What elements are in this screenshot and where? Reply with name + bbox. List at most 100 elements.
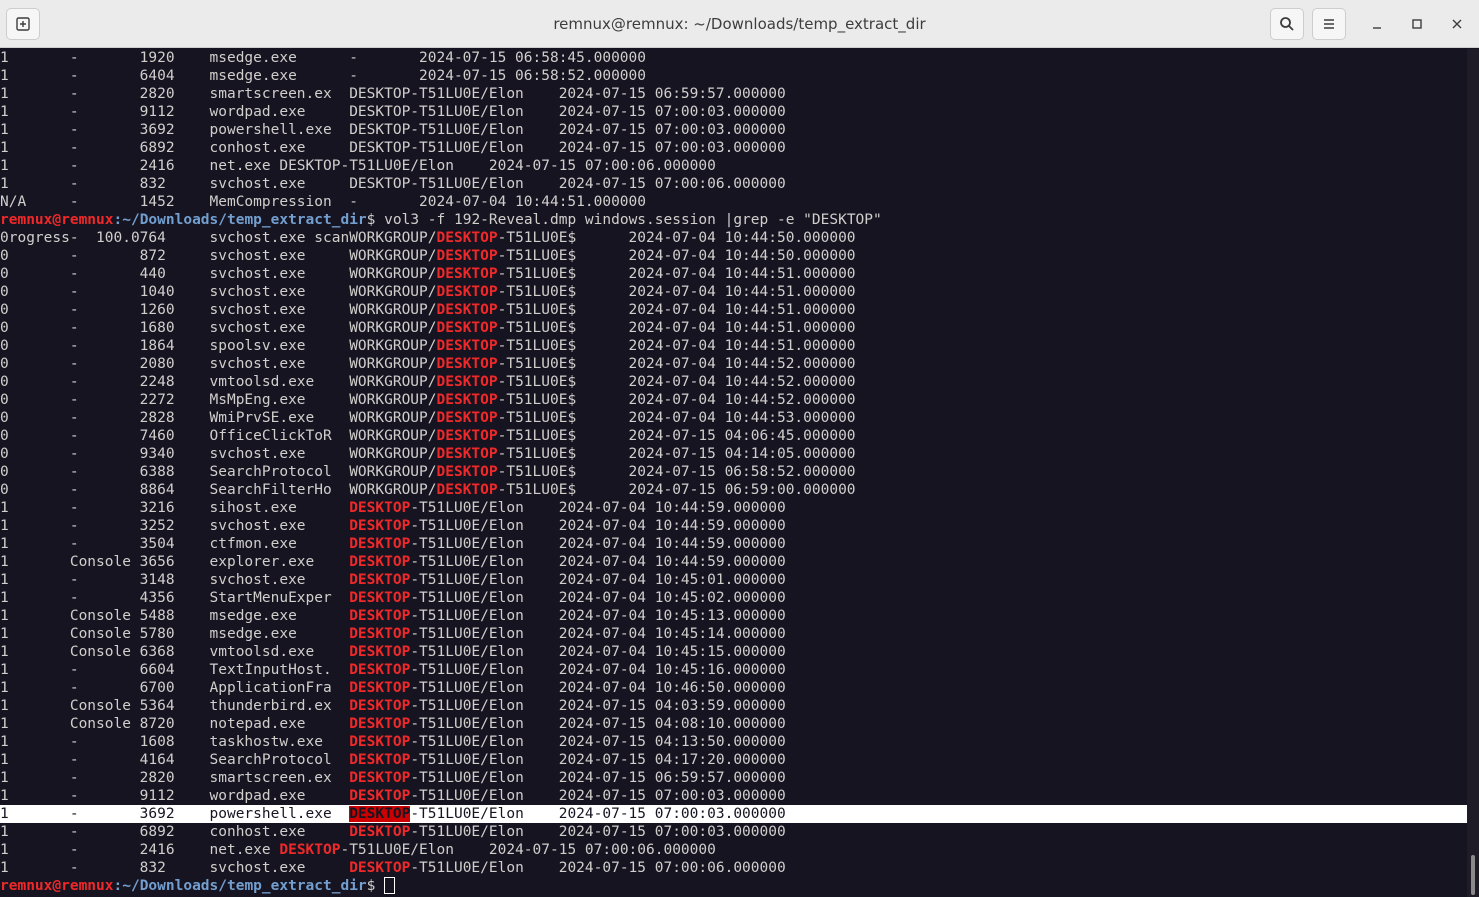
prompt-user-host: remnux@remnux	[0, 212, 114, 228]
grep-match: DESKTOP	[436, 338, 498, 354]
grep-match: DESKTOP	[436, 446, 498, 462]
grep-output-line: 0rogress- 100.0764 svchost.exe scanWORKG…	[0, 230, 856, 246]
grep-match: DESKTOP	[436, 410, 498, 426]
grep-match: DESKTOP	[349, 806, 411, 822]
grep-output-line: 1 Console 6368 vmtoolsd.exe DESKTOP-T51L…	[0, 644, 786, 660]
grep-output-line: 1 - 2416 net.exe DESKTOP-T51LU0E/Elon 20…	[0, 842, 716, 858]
search-button[interactable]	[1270, 8, 1304, 40]
grep-match: DESKTOP	[349, 554, 411, 570]
grep-match: DESKTOP	[349, 752, 411, 768]
title-bar: remnux@remnux: ~/Downloads/temp_extract_…	[0, 0, 1479, 48]
grep-match: DESKTOP	[436, 266, 498, 282]
search-icon	[1279, 16, 1295, 32]
previous-output-line: 1 - 9112 wordpad.exe DESKTOP-T51LU0E/Elo…	[0, 104, 786, 120]
grep-output-line: 0 - 6388 SearchProtocol WORKGROUP/DESKTO…	[0, 464, 856, 480]
grep-output-line: 1 - 6892 conhost.exe DESKTOP-T51LU0E/Elo…	[0, 824, 786, 840]
hamburger-menu-icon	[1321, 16, 1337, 32]
grep-output-line: 0 - 440 svchost.exe WORKGROUP/DESKTOP-T5…	[0, 266, 856, 282]
prompt-symbol: $	[366, 878, 385, 894]
terminal-scrollbar[interactable]	[1467, 49, 1479, 897]
grep-match: DESKTOP	[279, 842, 341, 858]
grep-match: DESKTOP	[349, 536, 411, 552]
grep-output-line: 1 Console 5780 msedge.exe DESKTOP-T51LU0…	[0, 626, 786, 642]
grep-output-line: 0 - 1680 svchost.exe WORKGROUP/DESKTOP-T…	[0, 320, 856, 336]
grep-output-line: 1 Console 8720 notepad.exe DESKTOP-T51LU…	[0, 716, 786, 732]
active-prompt-line: remnux@remnux:~/Downloads/temp_extract_d…	[0, 877, 1467, 895]
grep-match: DESKTOP	[349, 860, 411, 876]
previous-output-line: N/A - 1452 MemCompression - 2024-07-04 1…	[0, 194, 647, 210]
grep-match: DESKTOP	[436, 320, 498, 336]
selected-output-line: 1 - 3692 powershell.exe DESKTOP-T51LU0E/…	[0, 805, 1467, 823]
grep-output-line: 0 - 9340 svchost.exe WORKGROUP/DESKTOP-T…	[0, 446, 856, 462]
grep-match: DESKTOP	[436, 248, 498, 264]
grep-match: DESKTOP	[436, 392, 498, 408]
grep-match: DESKTOP	[436, 230, 498, 246]
grep-match: DESKTOP	[436, 482, 498, 498]
grep-output-line: 1 Console 5364 thunderbird.ex DESKTOP-T5…	[0, 698, 786, 714]
grep-output-line: 0 - 2272 MsMpEng.exe WORKGROUP/DESKTOP-T…	[0, 392, 856, 408]
grep-output-line: 1 - 1608 taskhostw.exe DESKTOP-T51LU0E/E…	[0, 734, 786, 750]
grep-output-line: 0 - 1260 svchost.exe WORKGROUP/DESKTOP-T…	[0, 302, 856, 318]
grep-match: DESKTOP	[349, 716, 411, 732]
grep-output-line: 1 - 3148 svchost.exe DESKTOP-T51LU0E/Elo…	[0, 572, 786, 588]
grep-output-line: 0 - 1040 svchost.exe WORKGROUP/DESKTOP-T…	[0, 284, 856, 300]
grep-match: DESKTOP	[349, 734, 411, 750]
grep-output-line: 1 - 6700 ApplicationFra DESKTOP-T51LU0E/…	[0, 680, 786, 696]
grep-match: DESKTOP	[436, 356, 498, 372]
grep-output-line: 1 - 9112 wordpad.exe DESKTOP-T51LU0E/Elo…	[0, 788, 786, 804]
grep-match: DESKTOP	[349, 626, 411, 642]
grep-output-line: 1 - 3252 svchost.exe DESKTOP-T51LU0E/Elo…	[0, 518, 786, 534]
grep-output-line: 1 - 2820 smartscreen.ex DESKTOP-T51LU0E/…	[0, 770, 786, 786]
previous-output-line: 1 - 1920 msedge.exe - 2024-07-15 06:58:4…	[0, 50, 647, 66]
grep-match: DESKTOP	[349, 572, 411, 588]
grep-match: DESKTOP	[349, 788, 411, 804]
grep-output-line: 1 Console 5488 msedge.exe DESKTOP-T51LU0…	[0, 608, 786, 624]
previous-output-line: 1 - 832 svchost.exe DESKTOP-T51LU0E/Elon…	[0, 176, 786, 192]
grep-output-line: 1 - 4356 StartMenuExper DESKTOP-T51LU0E/…	[0, 590, 786, 606]
grep-match: DESKTOP	[349, 590, 411, 606]
grep-match: DESKTOP	[349, 500, 411, 516]
previous-output-line: 1 - 6404 msedge.exe - 2024-07-15 06:58:5…	[0, 68, 647, 84]
grep-output-line: 1 - 6604 TextInputHost. DESKTOP-T51LU0E/…	[0, 662, 786, 678]
terminal-window: remnux@remnux: ~/Downloads/temp_extract_…	[0, 0, 1479, 897]
grep-output-line: 0 - 1864 spoolsv.exe WORKGROUP/DESKTOP-T…	[0, 338, 856, 354]
previous-output-line: 1 - 2416 net.exe DESKTOP-T51LU0E/Elon 20…	[0, 158, 716, 174]
prompt-symbol: $	[366, 212, 385, 228]
menu-button[interactable]	[1312, 8, 1346, 40]
close-button[interactable]	[1445, 12, 1469, 36]
grep-output-line: 1 - 832 svchost.exe DESKTOP-T51LU0E/Elon…	[0, 860, 786, 876]
prompt-user-host: remnux@remnux	[0, 878, 114, 894]
grep-output-line: 0 - 2248 vmtoolsd.exe WORKGROUP/DESKTOP-…	[0, 374, 856, 390]
close-icon	[1451, 15, 1463, 34]
grep-match: DESKTOP	[349, 680, 411, 696]
minimize-button[interactable]	[1365, 12, 1389, 36]
grep-output-line: 1 - 4164 SearchProtocol DESKTOP-T51LU0E/…	[0, 752, 786, 768]
grep-output-line: 0 - 7460 OfficeClickToR WORKGROUP/DESKTO…	[0, 428, 856, 444]
prompt-path: :~/Downloads/temp_extract_dir	[113, 878, 367, 894]
new-tab-button[interactable]	[6, 8, 40, 40]
grep-match: DESKTOP	[349, 608, 411, 624]
grep-output-line: 0 - 8864 SearchFilterHo WORKGROUP/DESKTO…	[0, 482, 856, 498]
grep-match: DESKTOP	[436, 302, 498, 318]
maximize-icon	[1411, 15, 1423, 34]
command-text: vol3 -f 192-Reveal.dmp windows.session |…	[384, 212, 882, 228]
grep-match: DESKTOP	[349, 770, 411, 786]
command-line: remnux@remnux:~/Downloads/temp_extract_d…	[0, 211, 1467, 229]
grep-match: DESKTOP	[349, 824, 411, 840]
grep-match: DESKTOP	[436, 464, 498, 480]
previous-output-line: 1 - 2820 smartscreen.ex DESKTOP-T51LU0E/…	[0, 86, 786, 102]
grep-match: DESKTOP	[349, 518, 411, 534]
grep-output-line: 1 - 3504 ctfmon.exe DESKTOP-T51LU0E/Elon…	[0, 536, 786, 552]
new-tab-icon	[15, 16, 31, 32]
minimize-icon	[1371, 15, 1383, 34]
maximize-button[interactable]	[1405, 12, 1429, 36]
scrollbar-thumb[interactable]	[1471, 855, 1475, 895]
grep-match: DESKTOP	[349, 662, 411, 678]
grep-match: DESKTOP	[436, 284, 498, 300]
text-cursor[interactable]	[384, 877, 396, 894]
grep-match: DESKTOP	[349, 644, 411, 660]
grep-output-line: 0 - 2080 svchost.exe WORKGROUP/DESKTOP-T…	[0, 356, 856, 372]
previous-output-line: 1 - 3692 powershell.exe DESKTOP-T51LU0E/…	[0, 122, 786, 138]
terminal-output[interactable]: 1 - 1920 msedge.exe - 2024-07-15 06:58:4…	[0, 49, 1467, 897]
grep-match: DESKTOP	[436, 374, 498, 390]
